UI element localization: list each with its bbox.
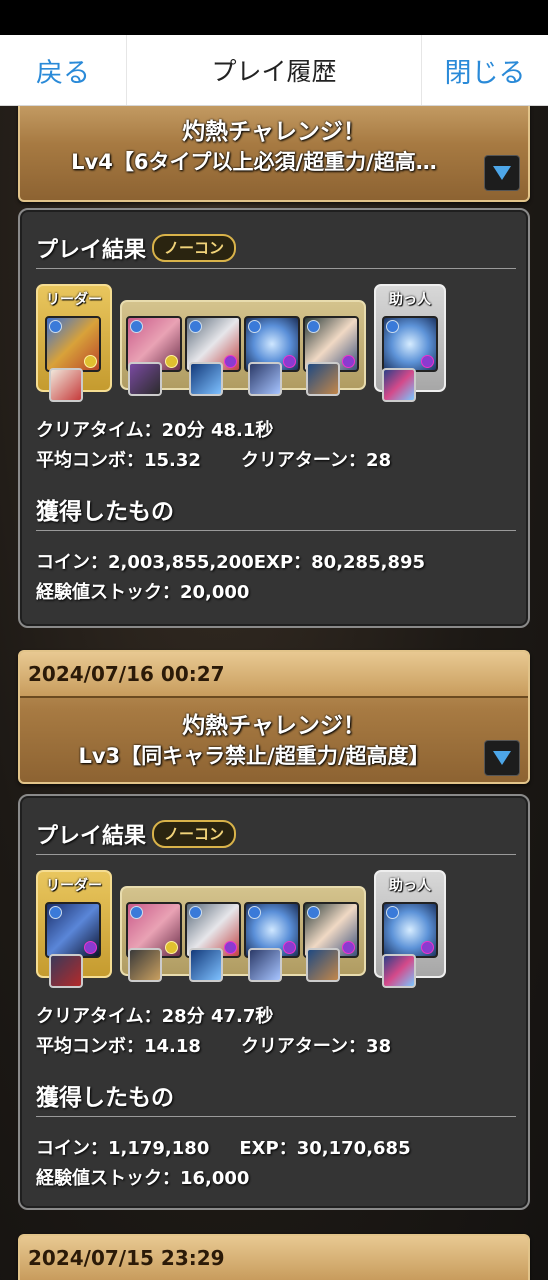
status-badge: ノーコン: [152, 234, 237, 262]
helper-monster-icon[interactable]: [382, 902, 438, 958]
assist-icon[interactable]: [49, 954, 83, 988]
leader-monster-icon[interactable]: [45, 902, 101, 958]
leader-monster-icon[interactable]: [45, 316, 101, 372]
assist-icon[interactable]: [382, 954, 416, 988]
back-button[interactable]: 戻る: [0, 35, 126, 105]
divider: [36, 854, 516, 855]
expand-toggle-icon[interactable]: [484, 155, 520, 191]
assist-icon[interactable]: [306, 948, 340, 982]
dungeon-name: 灼熱チャレンジ！: [182, 713, 366, 739]
dungeon-banner[interactable]: 2024/07/16 00:27 灼熱チャレンジ！ Lv3【同キャラ禁止/超重力…: [18, 650, 530, 784]
sub-members-slot: [120, 886, 366, 982]
helper-slot: 助っ人: [374, 284, 446, 402]
result-heading: プレイ結果: [36, 238, 147, 263]
combo-turn: 平均コンボ：14.18 クリアターン：38: [36, 1036, 392, 1057]
assist-icon[interactable]: [128, 948, 162, 982]
dungeon-banner[interactable]: 灼熱チャレンジ！ Lv4【6タイプ以上必須/超重力/超高…: [18, 106, 530, 202]
leader-label: リーダー: [46, 292, 102, 308]
helper-label: 助っ人: [389, 292, 431, 308]
exp-stock: 経験値ストック：16,000: [36, 1168, 250, 1189]
leader-slot: リーダー: [36, 284, 112, 402]
helper-monster-icon[interactable]: [382, 316, 438, 372]
floor-name: Lv4【6タイプ以上必須/超重力/超高…: [71, 150, 437, 174]
obtained-heading: 獲得したもの: [36, 1085, 174, 1111]
result-heading: プレイ結果: [36, 824, 147, 849]
assist-icon[interactable]: [248, 362, 282, 396]
play-date: 2024/07/16 00:27: [20, 652, 528, 698]
leader-slot: リーダー: [36, 870, 112, 988]
leader-label: リーダー: [46, 878, 102, 894]
result-card: プレイ結果 ノーコン リーダー 助っ人 クリアタイム：20分 48.1秒 平均コ…: [18, 208, 530, 628]
coin-exp: コイン：1,179,180 EXP：30,170,685: [36, 1138, 411, 1159]
combo-turn: 平均コンボ：15.32 クリアターン：28: [36, 450, 392, 471]
nav-bar: 戻る プレイ履歴 閉じる: [0, 35, 548, 106]
assist-icon[interactable]: [248, 948, 282, 982]
helper-label: 助っ人: [389, 878, 431, 894]
page-title: プレイ履歴: [126, 35, 422, 105]
coin-exp: コイン：2,003,855,200EXP：80,285,895: [36, 552, 426, 573]
history-list[interactable]: 灼熱チャレンジ！ Lv4【6タイプ以上必須/超重力/超高… プレイ結果 ノーコン…: [0, 106, 548, 1280]
expand-toggle-icon[interactable]: [484, 740, 520, 776]
divider: [36, 268, 516, 269]
assist-icon[interactable]: [189, 362, 223, 396]
status-bar: [0, 0, 548, 35]
divider: [36, 530, 516, 531]
exp-stock: 経験値ストック：20,000: [36, 582, 250, 603]
play-date: 2024/07/15 23:29: [20, 1236, 528, 1280]
divider: [36, 1116, 516, 1117]
result-card: プレイ結果 ノーコン リーダー 助っ人 クリアタイム：28分 47.7秒 平均コ…: [18, 794, 530, 1210]
floor-name: Lv3【同キャラ禁止/超重力/超高度】: [78, 744, 430, 768]
obtained-heading: 獲得したもの: [36, 499, 174, 525]
status-badge: ノーコン: [152, 820, 237, 848]
sub-members-slot: [120, 300, 366, 396]
assist-icon[interactable]: [189, 948, 223, 982]
clear-time: クリアタイム：20分 48.1秒: [36, 420, 274, 441]
helper-slot: 助っ人: [374, 870, 446, 988]
close-button[interactable]: 閉じる: [422, 35, 548, 105]
dungeon-name: 灼熱チャレンジ！: [182, 119, 366, 145]
clear-time: クリアタイム：28分 47.7秒: [36, 1006, 274, 1027]
dungeon-banner[interactable]: 2024/07/15 23:29: [18, 1234, 530, 1280]
assist-icon[interactable]: [306, 362, 340, 396]
assist-icon[interactable]: [382, 368, 416, 402]
assist-icon[interactable]: [49, 368, 83, 402]
assist-icon[interactable]: [128, 362, 162, 396]
